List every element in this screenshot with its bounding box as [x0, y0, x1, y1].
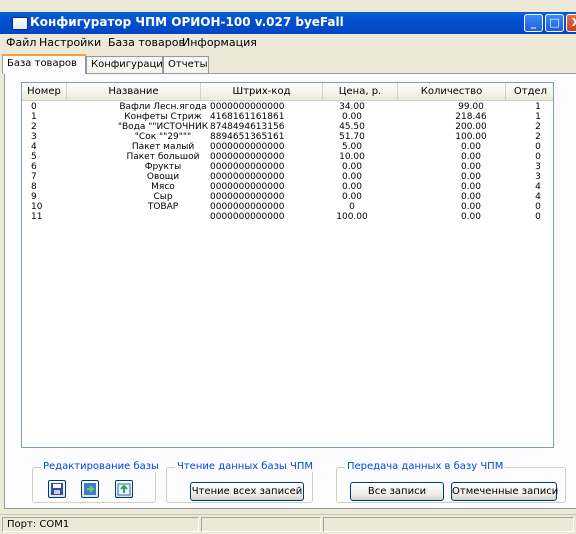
col-barcode[interactable]: Штрих-код	[201, 83, 323, 100]
table-row[interactable]: 11 0000000000000 100.00 0.00 0	[22, 212, 553, 223]
menu-info[interactable]: Информация	[182, 36, 257, 49]
status-pane-2	[201, 517, 321, 532]
cell-number: 11	[31, 212, 43, 222]
read-all-records-button[interactable]: Чтение всех записей	[190, 482, 304, 501]
send-all-records-button[interactable]: Все записи	[350, 482, 444, 501]
cell-quantity: 0.00	[460, 212, 482, 222]
tab-configuration[interactable]: Конфигурация	[86, 56, 169, 73]
save-button[interactable]	[48, 480, 66, 498]
tab-reports[interactable]: Отчеты	[163, 56, 209, 73]
menu-file[interactable]: Файл	[6, 36, 36, 49]
status-bar: Порт: COM1	[0, 514, 576, 534]
import-icon	[84, 483, 96, 495]
app-icon	[12, 17, 28, 30]
col-name[interactable]: Название	[67, 83, 201, 100]
cell-department: 0	[535, 212, 541, 222]
maximize-button[interactable]: □	[545, 14, 564, 32]
close-icon: X	[571, 16, 576, 29]
table-header: Номер Название Штрих-код Цена, р. Количе…	[22, 83, 553, 101]
col-price[interactable]: Цена, р.	[323, 83, 398, 100]
status-port: Порт: COM1	[2, 517, 199, 532]
col-number[interactable]: Номер	[22, 83, 67, 100]
maximize-icon: □	[549, 16, 560, 29]
minimize-icon: _	[530, 16, 537, 29]
group-edit-title: Редактирование базы	[41, 461, 161, 472]
cell-price: 100.00	[336, 212, 368, 222]
tab-product-base[interactable]: База товаров	[2, 54, 86, 74]
group-read-title: Чтение данных базы ЧПМ	[175, 461, 316, 472]
close-button[interactable]: X	[566, 14, 576, 32]
menu-bar: Файл Настройки База товаров Информация	[0, 34, 576, 52]
group-send-title: Передача данных в базу ЧПМ	[345, 461, 506, 472]
menu-product-base[interactable]: База товаров	[108, 36, 185, 49]
col-department[interactable]: Отдел	[506, 83, 553, 100]
title-bar[interactable]: Конфигуратор ЧПМ ОРИОН-100 v.027 byeFall…	[0, 12, 576, 34]
minimize-button[interactable]: _	[524, 14, 543, 32]
col-quantity[interactable]: Количество	[398, 83, 506, 100]
save-icon	[51, 483, 63, 495]
cell-barcode: 0000000000000	[210, 212, 285, 222]
tab-strip: База товаров Конфигурация Отчеты	[0, 54, 576, 74]
import-button[interactable]	[81, 480, 99, 498]
product-table[interactable]: Номер Название Штрих-код Цена, р. Количе…	[21, 82, 554, 448]
send-marked-records-button[interactable]: Отмеченные записи	[451, 482, 558, 501]
application-window: Конфигуратор ЧПМ ОРИОН-100 v.027 byeFall…	[0, 0, 576, 534]
menu-settings[interactable]: Настройки	[39, 36, 101, 49]
status-pane-3	[323, 517, 574, 532]
export-icon	[117, 483, 131, 496]
window-title: Конфигуратор ЧПМ ОРИОН-100 v.027 byeFall	[30, 15, 344, 29]
export-button[interactable]	[115, 480, 133, 498]
